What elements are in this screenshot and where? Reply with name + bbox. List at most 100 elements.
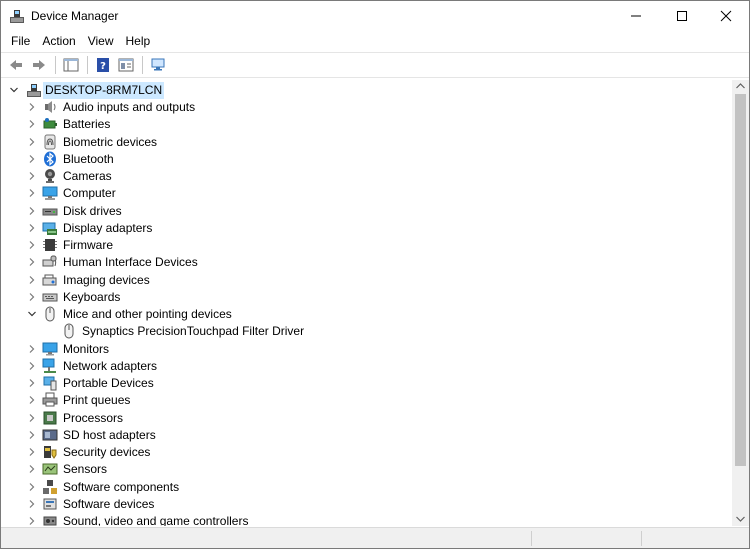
category-label: Cameras bbox=[63, 169, 112, 183]
printer-icon bbox=[42, 392, 58, 407]
scroll-down-icon[interactable] bbox=[736, 516, 745, 522]
toolbar: ? bbox=[1, 52, 749, 78]
speaker-icon bbox=[45, 101, 56, 113]
tree-category-row[interactable]: Network adapters bbox=[1, 358, 732, 375]
help-button[interactable]: ? bbox=[92, 54, 114, 76]
category-label: Network adapters bbox=[63, 359, 158, 373]
keyboard-icon bbox=[42, 293, 58, 302]
computer-icon bbox=[42, 186, 58, 200]
chevron-right-icon[interactable] bbox=[27, 447, 37, 457]
menu-view[interactable]: View bbox=[82, 31, 120, 51]
chevron-right-icon[interactable] bbox=[27, 499, 37, 509]
tree-category-row[interactable]: Imaging devices bbox=[1, 272, 732, 289]
chevron-right-icon[interactable] bbox=[27, 464, 37, 474]
category-label: SD host adapters bbox=[63, 428, 156, 442]
window-title: Device Manager bbox=[31, 9, 119, 23]
minimize-button[interactable] bbox=[613, 1, 659, 31]
chevron-right-icon[interactable] bbox=[27, 223, 37, 233]
chevron-right-icon[interactable] bbox=[27, 378, 37, 388]
tree-category-row[interactable]: Batteries bbox=[1, 116, 732, 133]
device-manager-icon bbox=[10, 10, 24, 23]
scrollbar-thumb[interactable] bbox=[735, 94, 746, 466]
console-tree-icon bbox=[63, 58, 79, 72]
tree-category-row[interactable]: Security devices bbox=[1, 444, 732, 461]
tree-category-row[interactable]: Bluetooth bbox=[1, 151, 732, 168]
show-hide-console-tree-button[interactable] bbox=[60, 54, 82, 76]
monitor-icon bbox=[42, 342, 58, 356]
minimize-icon bbox=[631, 15, 641, 17]
tree-category-row[interactable]: Human Interface Devices bbox=[1, 254, 732, 271]
maximize-button[interactable] bbox=[659, 1, 705, 31]
chevron-right-icon[interactable] bbox=[27, 413, 37, 423]
chevron-right-icon[interactable] bbox=[27, 119, 37, 129]
category-label: Disk drives bbox=[63, 204, 122, 218]
chevron-right-icon[interactable] bbox=[27, 395, 37, 405]
vertical-scrollbar[interactable] bbox=[732, 80, 749, 526]
tree-category-row[interactable]: Audio inputs and outputs bbox=[1, 99, 732, 116]
close-icon bbox=[720, 10, 732, 22]
menu-file[interactable]: File bbox=[5, 31, 36, 51]
security-icon bbox=[44, 446, 57, 459]
tree-category-row[interactable]: Computer bbox=[1, 185, 732, 202]
tree-category-row[interactable]: Processors bbox=[1, 410, 732, 427]
software-device-icon bbox=[43, 498, 57, 510]
tree-category-row[interactable]: Mice and other pointing devices bbox=[1, 306, 732, 323]
tree-category-row[interactable]: Keyboards bbox=[1, 289, 732, 306]
camera-icon bbox=[45, 169, 55, 183]
back-button[interactable] bbox=[5, 54, 27, 76]
tree-category-row[interactable]: Portable Devices bbox=[1, 375, 732, 392]
chevron-right-icon[interactable] bbox=[27, 154, 37, 164]
category-label: Sound, video and game controllers bbox=[63, 514, 249, 526]
tree-category-row[interactable]: Print queues bbox=[1, 392, 732, 409]
chevron-right-icon[interactable] bbox=[27, 361, 37, 371]
tree-device-row[interactable]: Synaptics PrecisionTouchpad Filter Drive… bbox=[1, 323, 732, 340]
category-label: Software components bbox=[63, 480, 180, 494]
tree-category-row[interactable]: Cameras bbox=[1, 168, 732, 185]
category-label: Human Interface Devices bbox=[63, 255, 198, 269]
tree-category-row[interactable]: Display adapters bbox=[1, 220, 732, 237]
menu-action[interactable]: Action bbox=[36, 31, 81, 51]
chevron-down-icon[interactable] bbox=[27, 309, 37, 319]
close-button[interactable] bbox=[703, 1, 749, 31]
chevron-right-icon[interactable] bbox=[27, 430, 37, 440]
tree-category-row[interactable]: Sound, video and game controllers bbox=[1, 513, 732, 526]
chevron-right-icon[interactable] bbox=[27, 102, 37, 112]
tree-category-row[interactable]: Software devices bbox=[1, 496, 732, 513]
chevron-right-icon[interactable] bbox=[27, 516, 37, 526]
properties-button[interactable] bbox=[115, 54, 137, 76]
scan-hardware-button[interactable] bbox=[147, 54, 169, 76]
chevron-right-icon[interactable] bbox=[27, 137, 37, 147]
tree-category-row[interactable]: SD host adapters bbox=[1, 427, 732, 444]
chevron-right-icon[interactable] bbox=[27, 188, 37, 198]
battery-icon bbox=[43, 118, 57, 129]
chevron-right-icon[interactable] bbox=[27, 482, 37, 492]
tree-category-row[interactable]: Software components bbox=[1, 479, 732, 496]
scan-hardware-icon bbox=[151, 58, 165, 71]
title-bar[interactable]: Device Manager bbox=[1, 1, 749, 31]
tree-category-row[interactable]: Monitors bbox=[1, 341, 732, 358]
chevron-right-icon[interactable] bbox=[27, 275, 37, 285]
tree-category-row[interactable]: Firmware bbox=[1, 237, 732, 254]
category-label: Sensors bbox=[63, 462, 108, 476]
chevron-right-icon[interactable] bbox=[27, 344, 37, 354]
scroll-up-icon[interactable] bbox=[736, 83, 745, 89]
tree-root-row[interactable]: DESKTOP-8RM7LCN bbox=[1, 82, 732, 99]
category-label: Monitors bbox=[63, 342, 110, 356]
status-bar bbox=[1, 527, 749, 548]
tree-category-row[interactable]: Biometric devices bbox=[1, 134, 732, 151]
chevron-right-icon[interactable] bbox=[27, 206, 37, 216]
category-label: Imaging devices bbox=[63, 273, 150, 287]
chevron-down-icon[interactable] bbox=[9, 85, 19, 95]
chevron-right-icon[interactable] bbox=[27, 240, 37, 250]
tree-category-row[interactable]: Sensors bbox=[1, 461, 732, 478]
tree-category-row[interactable]: Disk drives bbox=[1, 203, 732, 220]
menu-bar: File Action View Help bbox=[1, 31, 749, 51]
chevron-right-icon[interactable] bbox=[27, 257, 37, 267]
menu-help[interactable]: Help bbox=[120, 31, 157, 51]
chevron-right-icon[interactable] bbox=[27, 171, 37, 181]
back-arrow-icon bbox=[10, 60, 22, 70]
category-label: Display adapters bbox=[63, 221, 153, 235]
chevron-right-icon[interactable] bbox=[27, 292, 37, 302]
forward-button[interactable] bbox=[28, 54, 50, 76]
disk-drive-icon bbox=[42, 208, 58, 216]
